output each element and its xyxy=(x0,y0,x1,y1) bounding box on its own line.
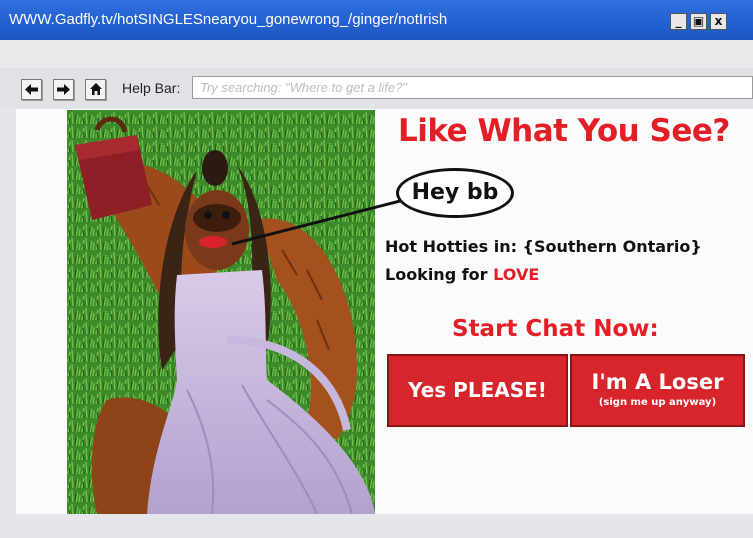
hotties-location-text: Hot Hotties in: {Southern Ontario} xyxy=(385,237,702,256)
looking-for-text: Looking for LOVE xyxy=(385,265,539,284)
loser-button-label: I'm A Loser xyxy=(591,370,724,394)
love-highlight: LOVE xyxy=(493,265,540,284)
looking-prefix: Looking for xyxy=(385,265,494,284)
headline: Like What You See? xyxy=(398,113,730,149)
start-chat-heading: Start Chat Now: xyxy=(452,316,659,342)
bottom-bar xyxy=(0,514,753,538)
yes-please-button[interactable]: Yes PLEASE! xyxy=(387,354,568,427)
loser-button-subtext: (sign me up anyway) xyxy=(598,397,717,408)
im-a-loser-button[interactable]: I'm A Loser (sign me up anyway) xyxy=(570,354,745,427)
speech-bubble: Hey bb xyxy=(396,168,514,218)
speech-bubble-tail xyxy=(231,198,405,246)
